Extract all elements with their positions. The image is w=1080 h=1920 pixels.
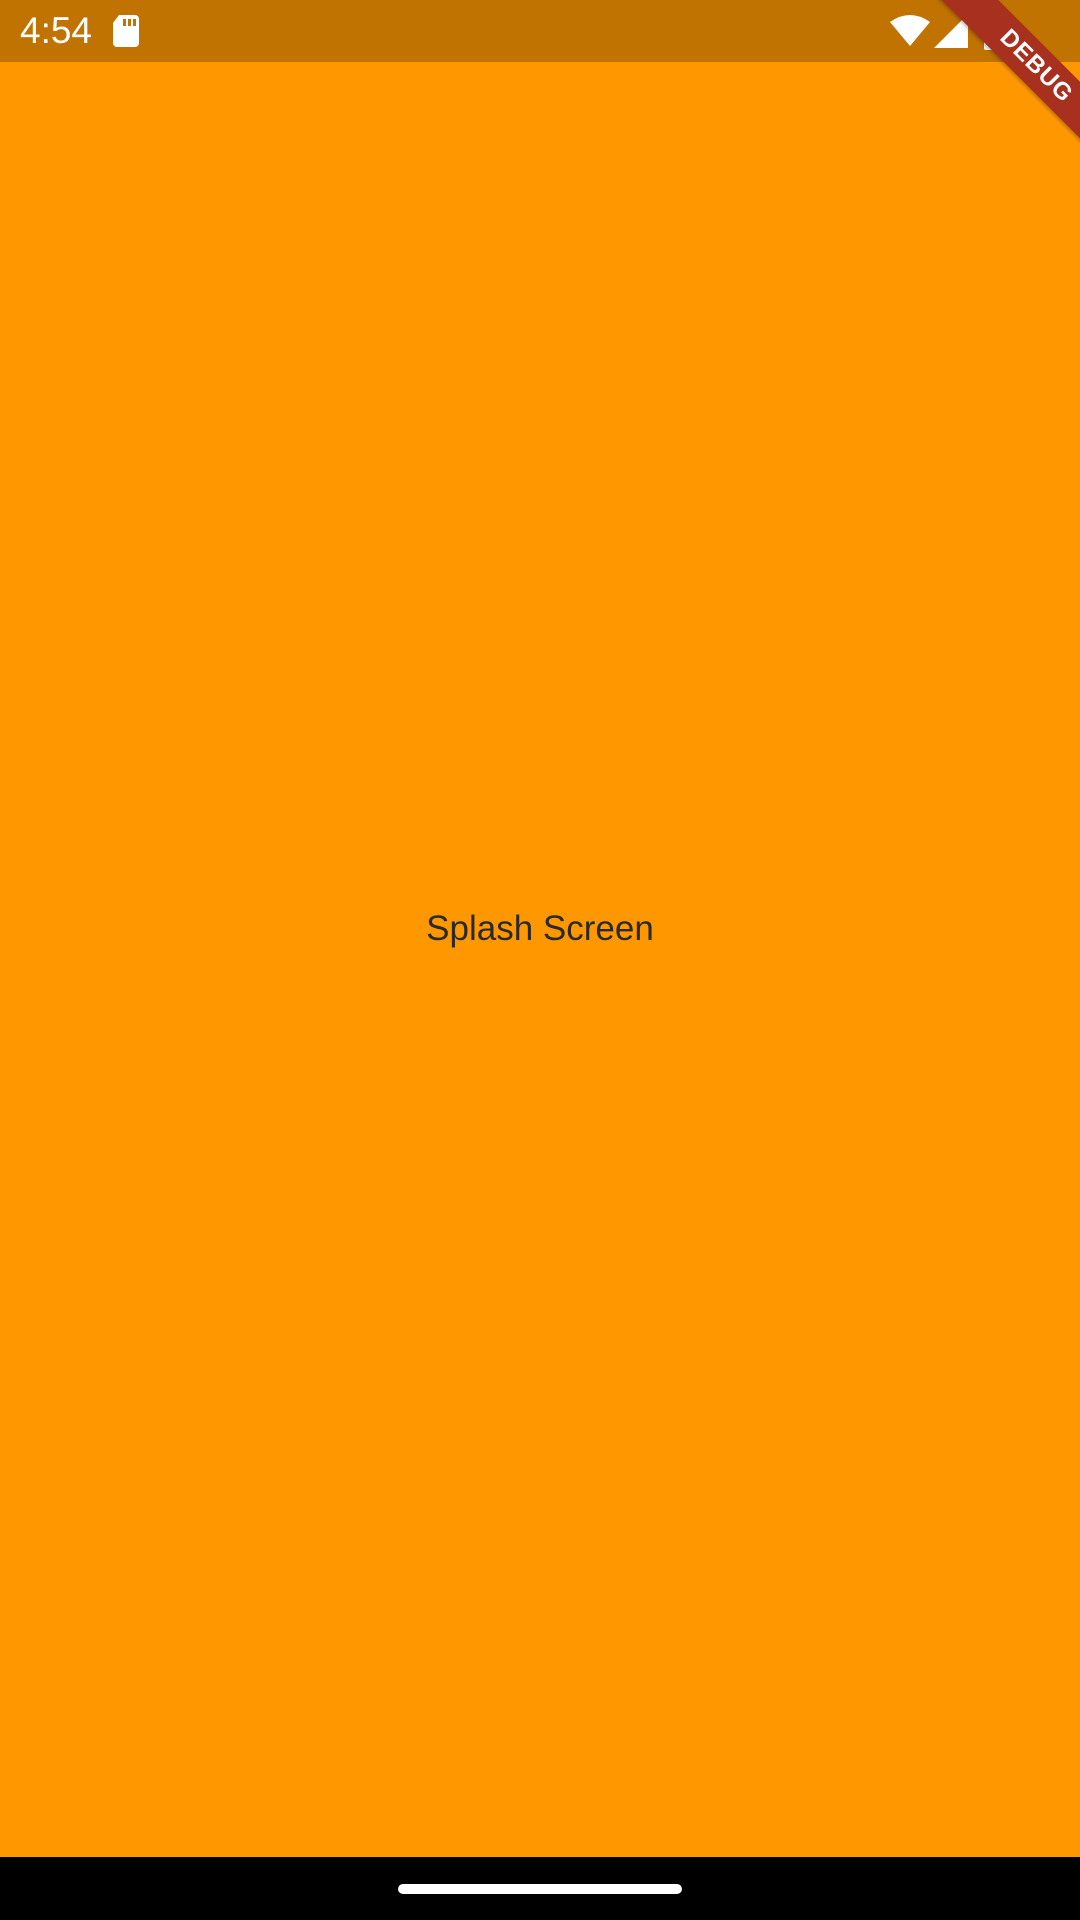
navigation-bar — [0, 1857, 1080, 1920]
status-bar: 4:54 — [0, 0, 1080, 62]
sd-card-icon — [113, 15, 139, 47]
splash-screen: 4:54 DEBUG Splash Screen — [0, 0, 1080, 1920]
splash-title: Splash Screen — [426, 909, 654, 948]
status-time: 4:54 — [20, 10, 93, 51]
home-indicator[interactable] — [398, 1884, 682, 1894]
wifi-icon — [890, 15, 930, 46]
